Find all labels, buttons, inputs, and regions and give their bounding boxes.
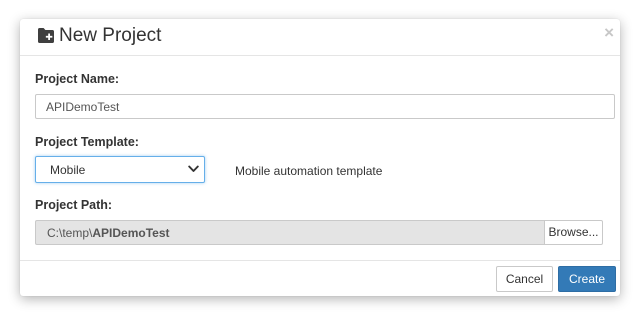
create-button[interactable]: Create [558, 266, 616, 292]
project-template-selected: Mobile [50, 163, 86, 177]
project-path-label: Project Path: [35, 198, 113, 212]
project-name-input[interactable] [35, 94, 615, 119]
folder-plus-icon [38, 28, 54, 43]
browse-button[interactable]: Browse... [544, 220, 603, 245]
cancel-button[interactable]: Cancel [496, 266, 553, 292]
project-name-label: Project Name: [35, 72, 120, 86]
project-path-name: APIDemoTest [92, 226, 170, 240]
new-project-dialog: New Project × Project Name: Project Temp… [20, 19, 620, 296]
chevron-down-icon [188, 165, 199, 172]
dialog-header: New Project × [20, 19, 620, 56]
project-template-label: Project Template: [35, 135, 139, 149]
project-template-select[interactable]: Mobile [35, 156, 205, 183]
footer-divider [20, 260, 620, 261]
project-path-value: C:\temp\APIDemoTest [47, 226, 170, 240]
close-icon[interactable]: × [604, 24, 614, 41]
project-path-prefix: C:\temp\ [47, 226, 93, 240]
template-description: Mobile automation template [235, 164, 383, 178]
project-path-field: C:\temp\APIDemoTest [35, 220, 544, 245]
dialog-title: New Project [59, 25, 162, 46]
